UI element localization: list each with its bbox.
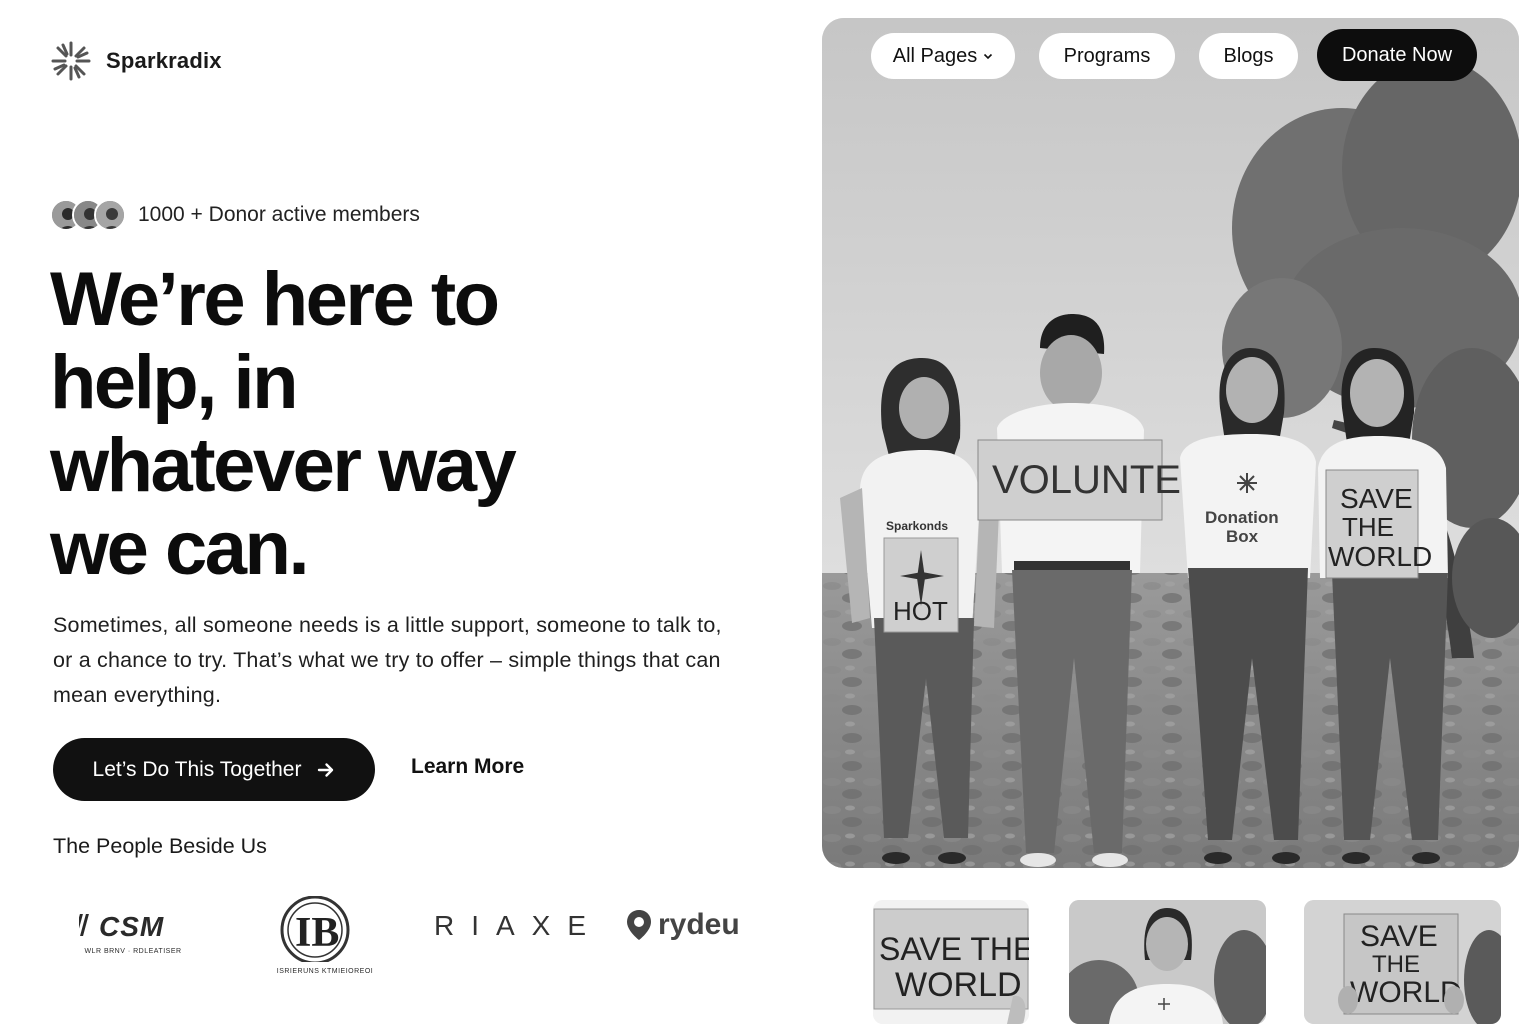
thumb-sign-line: WORLD: [895, 966, 1022, 1004]
arrow-right-icon: [318, 762, 334, 777]
thumbnail[interactable]: SAVE THE WORLD: [1304, 900, 1501, 1024]
brand-name: Sparkradix: [106, 48, 222, 73]
cta-button[interactable]: Let’s Do This Together: [53, 738, 375, 801]
thumb-sign-line: THE: [1372, 951, 1420, 978]
sign-donation-line: Donation: [1205, 508, 1279, 527]
thumbnail[interactable]: [1069, 900, 1266, 1024]
members-badge: 1000 + Donor active members: [50, 199, 420, 231]
sign-hot: HOT: [893, 596, 948, 626]
partner-logo-ib: IB ISRIERUNS KTMIEIOREOI: [270, 895, 380, 975]
sign-save-line: SAVE: [1340, 483, 1413, 514]
hero-description: Sometimes, all someone needs is a little…: [53, 613, 722, 707]
cta-label: Let’s Do This Together: [92, 757, 302, 781]
hero-title-line: we can.: [50, 506, 310, 591]
thumbnail-image: SAVE THE WORLD: [873, 900, 1029, 1024]
hero-title-line: We’re here to: [50, 257, 500, 342]
svg-text:IB: IB: [295, 910, 339, 956]
map-pin-icon: [627, 910, 651, 940]
hero-title-line: help, in: [50, 340, 299, 425]
csm-wordmark-icon: CSM: [74, 911, 164, 942]
avatar: [94, 199, 126, 231]
volunteers-photo: Sparkonds HOT VOLUNTEER Donation Box SAV…: [822, 18, 1519, 868]
thumbnail[interactable]: SAVE THE WORLD: [873, 900, 1029, 1024]
partner-logo-name: rydeu: [658, 908, 740, 941]
hero-title-line: whatever way: [50, 423, 517, 508]
nav-all-pages-label: All Pages: [892, 44, 978, 67]
partner-logo-tagline: WLR BRNV · RDLEATISER: [84, 948, 182, 955]
thumb-sign-line: SAVE: [1360, 920, 1438, 953]
thumbnail-image: [1069, 900, 1266, 1024]
thumbnail-image: SAVE THE WORLD: [1304, 900, 1501, 1024]
partner-logo-tagline: ISRIERUNS KTMIEIOREOI: [276, 968, 374, 975]
chevron-down-icon: [984, 53, 993, 60]
sparkle-logo-icon: [51, 41, 91, 81]
learn-more-link[interactable]: Learn More: [411, 755, 524, 779]
nav-programs-label: Programs: [1063, 44, 1151, 67]
sign-save-line: WORLD: [1328, 541, 1432, 572]
hero-photo: Sparkonds HOT VOLUNTEER Donation Box SAV…: [822, 18, 1519, 868]
brand[interactable]: Sparkradix: [50, 40, 222, 82]
svg-text:CSM: CSM: [99, 911, 164, 940]
sign-save-line: THE: [1342, 512, 1394, 542]
donate-now-label: Donate Now: [1341, 43, 1453, 66]
hero-title: We’re here to help, in whatever way we c…: [50, 258, 670, 590]
nav-blogs[interactable]: Blogs: [1199, 33, 1298, 79]
sign-donation-line: Box: [1226, 527, 1259, 546]
nav-all-pages[interactable]: All Pages: [871, 33, 1015, 79]
nav-programs[interactable]: Programs: [1039, 33, 1175, 79]
shirt-text: Sparkonds: [886, 519, 948, 533]
nav-blogs-label: Blogs: [1223, 44, 1274, 67]
partners-heading: The People Beside Us: [53, 834, 267, 858]
avatar-stack: [50, 199, 126, 231]
donate-now-button[interactable]: Donate Now: [1317, 29, 1477, 81]
partner-logo-csm: CSM WLR BRNV · RDLEATISER: [74, 910, 188, 955]
members-count-text: 1000 + Donor active members: [138, 203, 420, 226]
partner-logo-name: CSM: [74, 910, 188, 946]
thumb-sign-line: SAVE THE: [879, 931, 1029, 967]
partner-logo-riaxe: RIAXE: [434, 910, 604, 941]
partner-logo-rydeu: rydeu: [626, 908, 740, 942]
ib-emblem-icon: IB: [280, 895, 350, 965]
